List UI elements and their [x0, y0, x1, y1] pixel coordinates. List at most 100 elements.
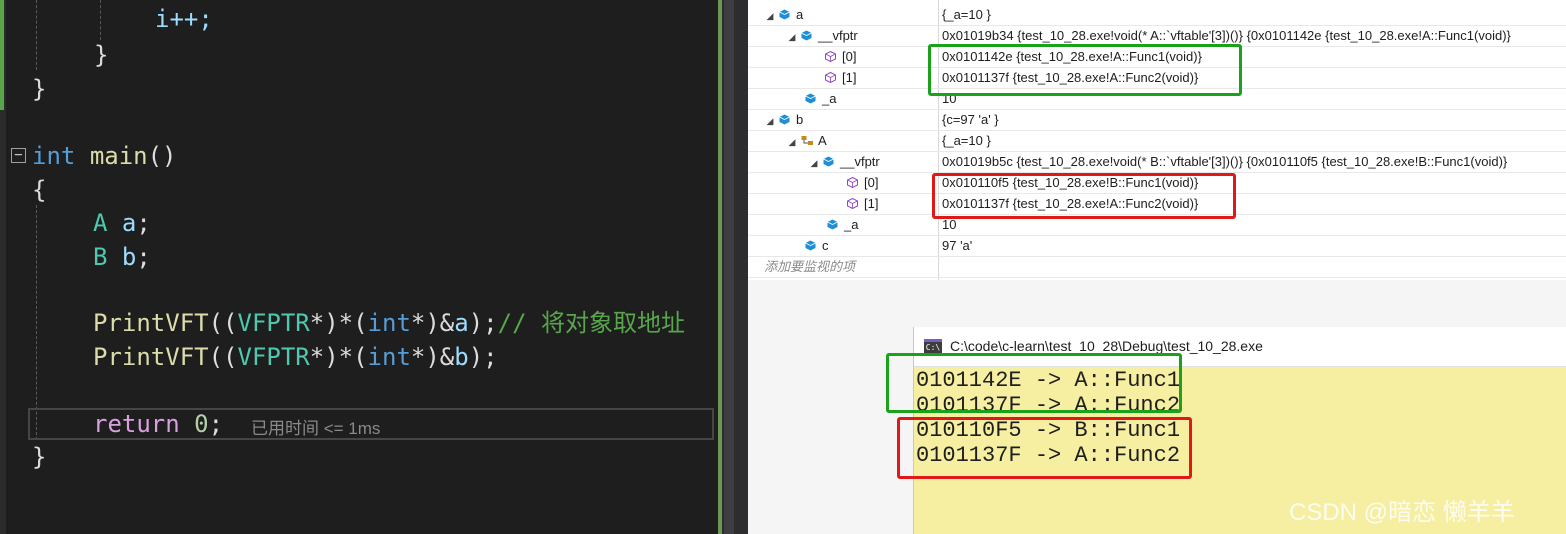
- watch-name-cell: _a: [812, 215, 858, 236]
- add-watch-row[interactable]: 添加要监视的项: [748, 257, 1566, 278]
- field-icon: [779, 9, 790, 20]
- watch-name: [1]: [842, 70, 857, 85]
- collapse-triangle-icon[interactable]: ◢: [808, 153, 820, 173]
- code-text: ((: [208, 309, 238, 337]
- keyword: return: [93, 410, 180, 438]
- code-text: ;: [136, 243, 151, 271]
- watch-row[interactable]: c 97 'a': [748, 236, 1566, 257]
- code-line-main: int main(): [32, 139, 177, 173]
- watch-name-cell: ◢ a: [764, 5, 804, 26]
- code-line-call-a: PrintVFT((VFPTR*)*(int*)&a);// 将对象取地址: [93, 306, 685, 340]
- collapse-toggle-icon[interactable]: −: [11, 148, 26, 163]
- collapse-triangle-icon[interactable]: ◢: [786, 132, 798, 152]
- type-name: A: [93, 209, 108, 237]
- type-name: B: [93, 243, 108, 271]
- watch-name-cell: ◢ A: [786, 131, 827, 152]
- watch-row[interactable]: ◢ b {c=97 'a' }: [748, 110, 1566, 131]
- code-line: }: [32, 440, 46, 474]
- keyword: int: [367, 309, 411, 337]
- code-text: }: [94, 41, 109, 69]
- keyword: int: [32, 142, 76, 170]
- field-icon: [805, 93, 816, 104]
- keyword: int: [367, 343, 411, 371]
- code-line-return: return 0;: [93, 407, 223, 441]
- watch-name-cell: [0]: [810, 47, 856, 68]
- number-literal: 0: [194, 410, 209, 438]
- code-text: *)*(: [309, 309, 368, 337]
- green-highlight-box: [928, 44, 1242, 96]
- watch-row[interactable]: ◢ __vfptr 0x01019b5c {test_10_28.exe!void…: [748, 152, 1566, 173]
- scrollbar-change-marker: [718, 0, 722, 534]
- code-text: }: [32, 443, 47, 471]
- console-title: C:\code\c-learn\test_10_28\Debug\test_10…: [950, 338, 1263, 354]
- code-text: *)&: [410, 309, 455, 337]
- type-name: VFPTR: [237, 343, 310, 371]
- field-icon: [823, 156, 834, 167]
- watch-name: __vfptr: [818, 28, 858, 43]
- code-line-decl-b: B b;: [93, 240, 151, 274]
- indent-guide: [36, 205, 37, 440]
- code-editor[interactable]: i++; } } − int main() { A a; B b; PrintV…: [0, 0, 718, 534]
- watch-name: c: [822, 238, 829, 253]
- field-icon: [801, 30, 812, 41]
- code-line-call-b: PrintVFT((VFPTR*)*(int*)&b);: [93, 340, 498, 374]
- red-highlight-box: [932, 173, 1236, 219]
- code-text: }: [32, 75, 47, 103]
- watch-row[interactable]: ◢ a {_a=10 }: [748, 5, 1566, 26]
- code-line: }: [32, 72, 46, 106]
- watch-name: b: [796, 112, 804, 127]
- code-text: ((: [208, 343, 238, 371]
- field-icon: [827, 219, 838, 230]
- scrollbar-thumb[interactable]: [724, 0, 734, 534]
- watch-name: [1]: [864, 196, 879, 211]
- console-app-icon: C:\: [924, 339, 942, 353]
- watch-name-cell: [1]: [810, 68, 856, 89]
- green-highlight-box: [886, 353, 1182, 413]
- collapse-triangle-icon[interactable]: ◢: [764, 6, 776, 26]
- type-name: VFPTR: [237, 309, 310, 337]
- watch-value: 97 'a': [942, 238, 973, 253]
- watch-grid: ◢ a {_a=10 } ◢ __vfptr 0x01019b34 {test_10…: [748, 0, 1566, 280]
- collapse-triangle-icon[interactable]: ◢: [786, 27, 798, 47]
- watch-name: __vfptr: [840, 154, 880, 169]
- watch-name-cell: [1]: [832, 194, 878, 215]
- csdn-watermark: CSDN @暗恋 懒羊羊: [1289, 499, 1515, 526]
- code-text: *)*(: [309, 343, 368, 371]
- base-class-icon: [801, 135, 813, 146]
- watch-name: [0]: [842, 49, 857, 64]
- field-icon: [805, 240, 816, 251]
- indent-guide: [36, 0, 37, 70]
- add-watch-placeholder[interactable]: 添加要监视的项: [764, 257, 855, 278]
- code-text: );: [468, 343, 498, 371]
- watch-name: [0]: [864, 175, 879, 190]
- pointer-element-icon: [847, 198, 858, 209]
- code-line: {: [32, 173, 46, 207]
- code-text: (): [147, 142, 177, 170]
- collapse-triangle-icon[interactable]: ◢: [764, 111, 776, 131]
- field-icon: [779, 114, 790, 125]
- watch-name-cell: ◢ __vfptr: [786, 26, 858, 47]
- variable-name: b: [121, 243, 137, 271]
- code-text: {: [32, 176, 47, 204]
- red-highlight-box: [897, 417, 1192, 479]
- editor-scrollbar[interactable]: [718, 0, 748, 534]
- watch-name-cell: c: [790, 236, 829, 257]
- code-text: *)&: [410, 343, 455, 371]
- pointer-element-icon: [825, 51, 836, 62]
- watch-name-cell: _a: [790, 89, 836, 110]
- function-name: PrintVFT: [93, 309, 209, 337]
- elapsed-time-hint: 已用时间 <= 1ms: [251, 419, 381, 438]
- watch-value: 0x01019b5c {test_10_28.exe!void(* B::`vf…: [942, 154, 1508, 169]
- code-text: ;: [136, 209, 151, 237]
- watch-name: _a: [844, 217, 859, 232]
- code-text: i++;: [155, 5, 213, 33]
- watch-row[interactable]: ◢ A {_a=10 }: [748, 131, 1566, 152]
- code-line: i++;: [155, 2, 213, 36]
- pointer-element-icon: [847, 177, 858, 188]
- watch-name: _a: [822, 91, 837, 106]
- pointer-element-icon: [825, 72, 836, 83]
- function-name: main: [89, 142, 148, 170]
- indent-guide: [100, 0, 101, 40]
- variable-name: a: [121, 209, 137, 237]
- watch-name-cell: [0]: [832, 173, 878, 194]
